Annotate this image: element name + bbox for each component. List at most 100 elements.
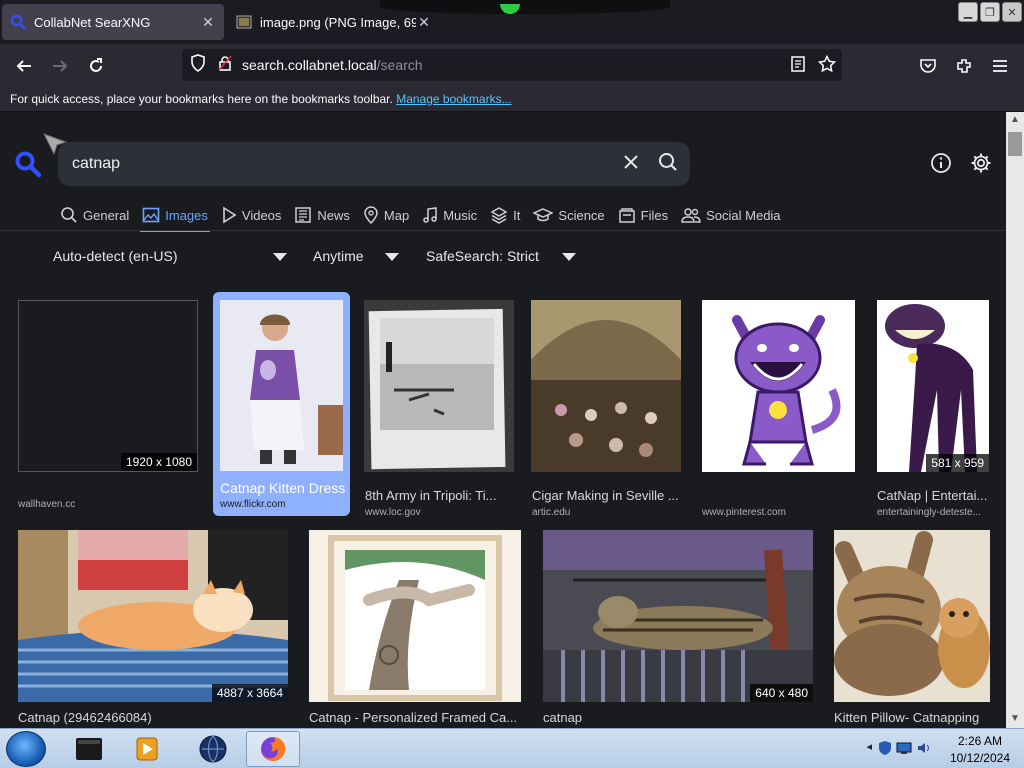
shield-icon[interactable] bbox=[190, 53, 206, 77]
image-icon bbox=[142, 207, 160, 223]
manage-bookmarks-link[interactable]: Manage bookmarks... bbox=[396, 92, 511, 106]
music-icon bbox=[423, 207, 437, 223]
scroll-down-icon[interactable]: ▼ bbox=[1010, 713, 1020, 724]
map-pin-icon bbox=[364, 206, 378, 224]
search-query[interactable]: catnap bbox=[72, 155, 624, 173]
tab-label: News bbox=[317, 207, 350, 223]
minimize-button[interactable]: ▁ bbox=[958, 2, 978, 22]
category-tabs: General Images Videos News Map Music It bbox=[58, 200, 792, 232]
page-scrollbar[interactable]: ▲ ▼ bbox=[1006, 112, 1024, 728]
search-icon bbox=[61, 207, 77, 223]
reload-button[interactable] bbox=[82, 52, 110, 80]
image-result[interactable]: 4887 x 3664 Catnap (29462466084) bbox=[18, 530, 288, 728]
image-result-hovered[interactable]: Catnap Kitten Dress www.flickr.com bbox=[213, 292, 350, 516]
result-source: wallhaven.cc bbox=[18, 499, 76, 510]
tab-social-media[interactable]: Social Media bbox=[679, 200, 791, 232]
result-thumbnail[interactable] bbox=[364, 300, 514, 472]
image-result[interactable]: Kitten Pillow- Catnapping bbox=[834, 530, 990, 728]
chevron-down-icon bbox=[385, 253, 399, 261]
back-button[interactable] bbox=[10, 52, 38, 80]
media-player-taskbar-icon[interactable] bbox=[120, 731, 174, 767]
result-thumbnail[interactable]: 1920 x 1080 bbox=[18, 300, 198, 472]
reader-view-icon[interactable] bbox=[790, 55, 806, 78]
network-tray-icon[interactable] bbox=[896, 741, 912, 760]
close-window-button[interactable]: ✕ bbox=[1002, 2, 1022, 22]
bookmark-star-icon[interactable] bbox=[817, 54, 837, 78]
scroll-up-icon[interactable]: ▲ bbox=[1010, 114, 1020, 125]
image-result[interactable]: www.pinterest.com bbox=[701, 296, 856, 518]
tab-files[interactable]: Files bbox=[616, 200, 679, 232]
image-result[interactable]: Cigar Making in Seville ... artic.edu bbox=[531, 296, 681, 518]
result-thumbnail[interactable]: 4887 x 3664 bbox=[18, 530, 288, 702]
clock-time: 2:26 AM bbox=[957, 734, 1002, 748]
terminal-taskbar-icon[interactable] bbox=[62, 731, 116, 767]
tab-close-icon[interactable]: ✕ bbox=[200, 14, 216, 31]
result-thumbnail[interactable]: 640 x 480 bbox=[543, 530, 813, 702]
tab-strip: CollabNet SearXNG ✕ image.png (PNG Image… bbox=[0, 0, 1024, 44]
scrollbar-thumb[interactable] bbox=[1008, 132, 1022, 156]
result-thumbnail[interactable] bbox=[531, 300, 681, 472]
tab-image[interactable]: image.png (PNG Image, 693 × ✕ bbox=[228, 4, 440, 40]
tab-videos[interactable]: Videos bbox=[219, 200, 293, 232]
result-thumbnail[interactable] bbox=[220, 300, 343, 471]
result-title: Catnap Kitten Dress bbox=[220, 480, 346, 496]
tab-title: image.png (PNG Image, 693 × bbox=[260, 14, 416, 30]
searxng-favicon-icon bbox=[10, 14, 26, 30]
tab-it[interactable]: It bbox=[488, 200, 531, 232]
result-thumbnail[interactable]: 581 x 959 bbox=[877, 300, 989, 472]
address-bar[interactable]: search.collabnet.local/search bbox=[182, 49, 842, 81]
info-icon[interactable] bbox=[930, 152, 952, 179]
image-size-badge: 4887 x 3664 bbox=[211, 684, 288, 702]
tab-images[interactable]: Images bbox=[140, 200, 219, 232]
clock-date: 10/12/2024 bbox=[949, 751, 1010, 765]
tab-general[interactable]: General bbox=[58, 200, 140, 232]
time-range-select[interactable]: Anytime bbox=[313, 248, 405, 264]
tab-music[interactable]: Music bbox=[420, 200, 488, 232]
chevron-down-icon bbox=[562, 253, 576, 261]
image-result[interactable]: 581 x 959 CatNap | Entertai... entertain… bbox=[876, 296, 990, 518]
result-source: www.loc.gov bbox=[365, 507, 421, 518]
tab-searxng[interactable]: CollabNet SearXNG ✕ bbox=[2, 4, 224, 40]
menu-icon[interactable] bbox=[986, 52, 1014, 80]
navigation-bar: search.collabnet.local/search bbox=[0, 44, 1024, 86]
result-source: www.flickr.com bbox=[220, 499, 286, 510]
image-result[interactable]: 640 x 480 catnap bbox=[543, 530, 813, 728]
image-result[interactable]: Catnap - Personalized Framed Ca... bbox=[309, 530, 521, 728]
tray-expand-icon[interactable]: ◂ bbox=[866, 740, 872, 753]
shield-tray-icon[interactable] bbox=[878, 740, 892, 761]
tab-close-icon[interactable]: ✕ bbox=[416, 14, 432, 31]
result-title: Cigar Making in Seville ... bbox=[532, 488, 679, 503]
tab-news[interactable]: News bbox=[292, 200, 361, 232]
volume-tray-icon[interactable] bbox=[916, 741, 932, 760]
pocket-icon[interactable] bbox=[914, 52, 942, 80]
globe-taskbar-icon[interactable] bbox=[186, 731, 240, 767]
image-result[interactable]: 8th Army in Tripoli: Ti... www.loc.gov bbox=[364, 296, 514, 518]
result-title: Kitten Pillow- Catnapping bbox=[834, 710, 980, 725]
search-input[interactable]: catnap bbox=[58, 142, 690, 186]
settings-gear-icon[interactable] bbox=[970, 152, 992, 179]
result-thumbnail[interactable] bbox=[309, 530, 521, 702]
clock[interactable]: 2:26 AM 10/12/2024 bbox=[950, 733, 1010, 767]
result-thumbnail[interactable] bbox=[834, 530, 990, 702]
clear-search-icon[interactable] bbox=[624, 154, 638, 174]
extensions-icon[interactable] bbox=[950, 52, 978, 80]
play-icon bbox=[223, 206, 237, 224]
start-button[interactable] bbox=[6, 731, 46, 767]
image-result[interactable]: 1920 x 1080 wallhaven.cc bbox=[14, 296, 202, 516]
safesearch-value: SafeSearch: Strict bbox=[426, 248, 539, 264]
forward-button[interactable] bbox=[46, 52, 74, 80]
tab-map[interactable]: Map bbox=[361, 200, 420, 232]
tab-label: Map bbox=[383, 207, 410, 223]
tab-science[interactable]: Science bbox=[531, 200, 615, 232]
firefox-taskbar-icon[interactable] bbox=[246, 731, 300, 767]
searxng-logo-icon[interactable] bbox=[14, 150, 42, 183]
search-submit-icon[interactable] bbox=[658, 152, 678, 177]
language-select[interactable]: Auto-detect (en-US) bbox=[53, 248, 293, 264]
image-size-badge: 1920 x 1080 bbox=[120, 453, 197, 471]
safesearch-select[interactable]: SafeSearch: Strict bbox=[426, 248, 582, 264]
restore-button[interactable]: ❐ bbox=[980, 2, 1000, 22]
image-favicon-icon bbox=[236, 14, 252, 30]
searxng-page: catnap General Images Videos News Map Mu… bbox=[0, 112, 1006, 728]
result-thumbnail[interactable] bbox=[702, 300, 855, 472]
lock-icon[interactable] bbox=[218, 54, 232, 76]
